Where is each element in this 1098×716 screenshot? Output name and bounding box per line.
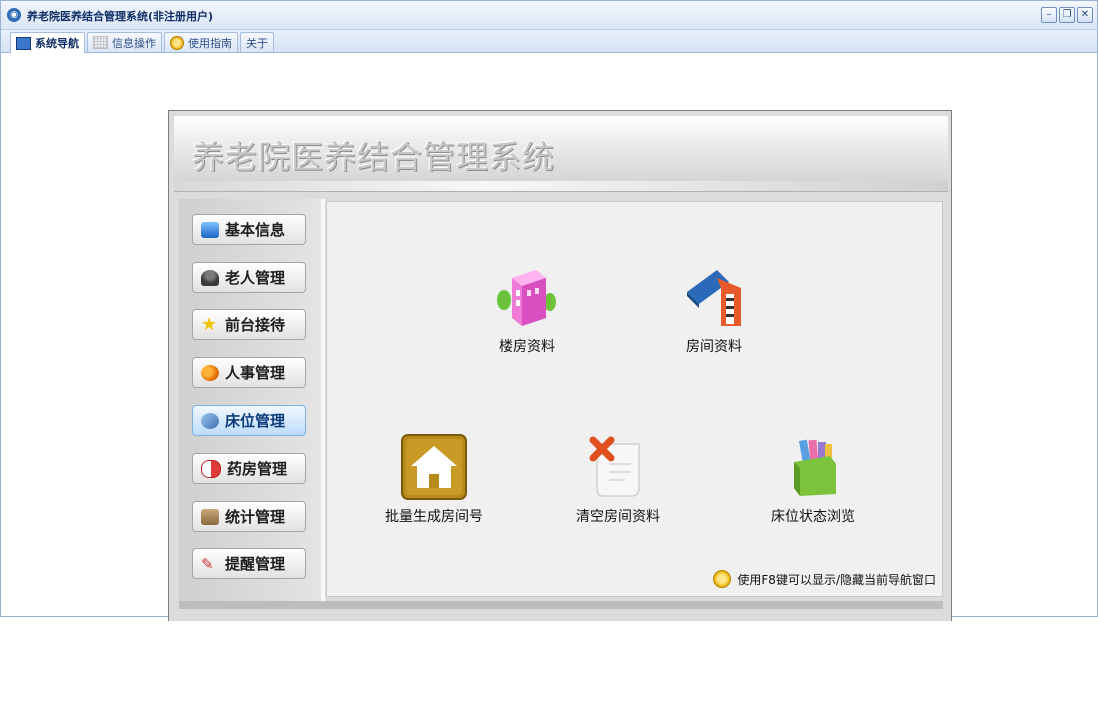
content-area: 养老院医养结合管理系统 基本信息 老人管理 ★ 前台接待 人事管理 床位管理 药… xyxy=(1,53,1097,621)
item-label: 清空房间资料 xyxy=(576,509,660,525)
house-icon xyxy=(401,434,467,500)
main-area: 楼房资料 房间资料 批量生成房间号 清空房间资料 床位状态浏览 使用F8键可以显… xyxy=(326,201,943,597)
people-icon xyxy=(201,364,219,381)
sidebar-item-label: 提醒管理 xyxy=(225,555,286,573)
room-data-item[interactable]: 房间资料 xyxy=(644,264,784,356)
nav-icon xyxy=(16,36,31,50)
minimize-button[interactable]: – xyxy=(1041,7,1057,23)
sidebar-item-statistics-mgmt[interactable]: 统计管理 xyxy=(192,501,306,532)
app-window: ◉ 养老院医养结合管理系统(非注册用户) – ❐ ✕ 系统导航 信息操作 使用指… xyxy=(0,0,1098,621)
clear-room-data-item[interactable]: 清空房间资料 xyxy=(548,434,688,526)
tab-info-ops[interactable]: 信息操作 xyxy=(87,32,162,52)
sidebar-item-label: 老人管理 xyxy=(225,269,286,287)
tab-user-guide[interactable]: 使用指南 xyxy=(164,32,238,52)
tab-system-nav[interactable]: 系统导航 xyxy=(10,32,85,53)
header-divider xyxy=(174,181,948,191)
restore-button[interactable]: ❐ xyxy=(1059,7,1075,23)
bed-status-browse-item[interactable]: 床位状态浏览 xyxy=(743,434,883,526)
books-icon xyxy=(780,434,846,500)
panel-header: 养老院医养结合管理系统 xyxy=(174,116,948,192)
sidebar-item-label: 前台接待 xyxy=(225,316,286,334)
tab-label: 关于 xyxy=(246,36,268,50)
pills-icon xyxy=(201,459,221,478)
item-label: 房间资料 xyxy=(686,339,742,355)
bed-icon xyxy=(201,412,219,429)
monitor-icon xyxy=(201,221,219,238)
person-icon xyxy=(201,269,219,286)
delete-document-icon xyxy=(585,434,651,500)
item-label: 楼房资料 xyxy=(499,339,555,355)
window-controls: – ❐ ✕ xyxy=(1041,7,1093,23)
lightbulb-icon xyxy=(713,570,732,588)
sidebar-item-reception[interactable]: ★ 前台接待 xyxy=(192,309,306,340)
pushpin-icon: ✎ xyxy=(201,554,214,573)
app-logo-icon: ◉ xyxy=(7,8,21,22)
app-title: 养老院医养结合管理系统 xyxy=(192,138,556,176)
sidebar-item-basic-info[interactable]: 基本信息 xyxy=(192,214,306,245)
hint-text: 使用F8键可以显示/隐藏当前导航窗口 xyxy=(737,572,936,587)
building-data-item[interactable]: 楼房资料 xyxy=(457,264,597,356)
tab-label: 信息操作 xyxy=(112,36,156,50)
sidebar-item-hr-mgmt[interactable]: 人事管理 xyxy=(192,357,306,388)
sidebar-item-label: 基本信息 xyxy=(225,221,286,239)
sidebar-item-bed-mgmt[interactable]: 床位管理 xyxy=(192,405,306,436)
building-icon xyxy=(494,264,560,330)
batch-room-number-item[interactable]: 批量生成房间号 xyxy=(364,434,504,526)
f8-hint: 使用F8键可以显示/隐藏当前导航窗口 xyxy=(713,570,936,588)
navigation-panel: 养老院医养结合管理系统 基本信息 老人管理 ★ 前台接待 人事管理 床位管理 药… xyxy=(168,110,952,621)
sidebar-item-label: 药房管理 xyxy=(227,460,288,478)
tab-label: 使用指南 xyxy=(188,36,232,50)
sidebar-item-label: 床位管理 xyxy=(225,412,286,430)
tab-label: 系统导航 xyxy=(35,37,79,50)
sidebar: 基本信息 老人管理 ★ 前台接待 人事管理 床位管理 药房管理 统计管理 ✎ 提… xyxy=(179,199,325,601)
sidebar-item-label: 人事管理 xyxy=(225,364,286,382)
grid-icon xyxy=(93,36,108,49)
tab-about[interactable]: 关于 xyxy=(240,32,274,52)
guide-icon xyxy=(170,35,184,50)
sidebar-item-reminder-mgmt[interactable]: ✎ 提醒管理 xyxy=(192,548,306,579)
panel-bottom-bar xyxy=(179,601,943,609)
room-icon xyxy=(681,264,747,330)
title-bar: ◉ 养老院医养结合管理系统(非注册用户) – ❐ ✕ xyxy=(1,1,1097,30)
window-title: 养老院医养结合管理系统(非注册用户) xyxy=(27,10,214,23)
star-icon: ★ xyxy=(201,313,218,335)
sidebar-item-label: 统计管理 xyxy=(225,508,286,526)
item-label: 床位状态浏览 xyxy=(771,509,855,525)
sidebar-item-pharmacy-mgmt[interactable]: 药房管理 xyxy=(192,453,306,484)
folder-icon xyxy=(201,508,219,525)
item-label: 批量生成房间号 xyxy=(385,509,483,525)
tab-bar: 系统导航 信息操作 使用指南 关于 xyxy=(1,30,1097,53)
close-button[interactable]: ✕ xyxy=(1077,7,1093,23)
sidebar-item-elder-mgmt[interactable]: 老人管理 xyxy=(192,262,306,293)
